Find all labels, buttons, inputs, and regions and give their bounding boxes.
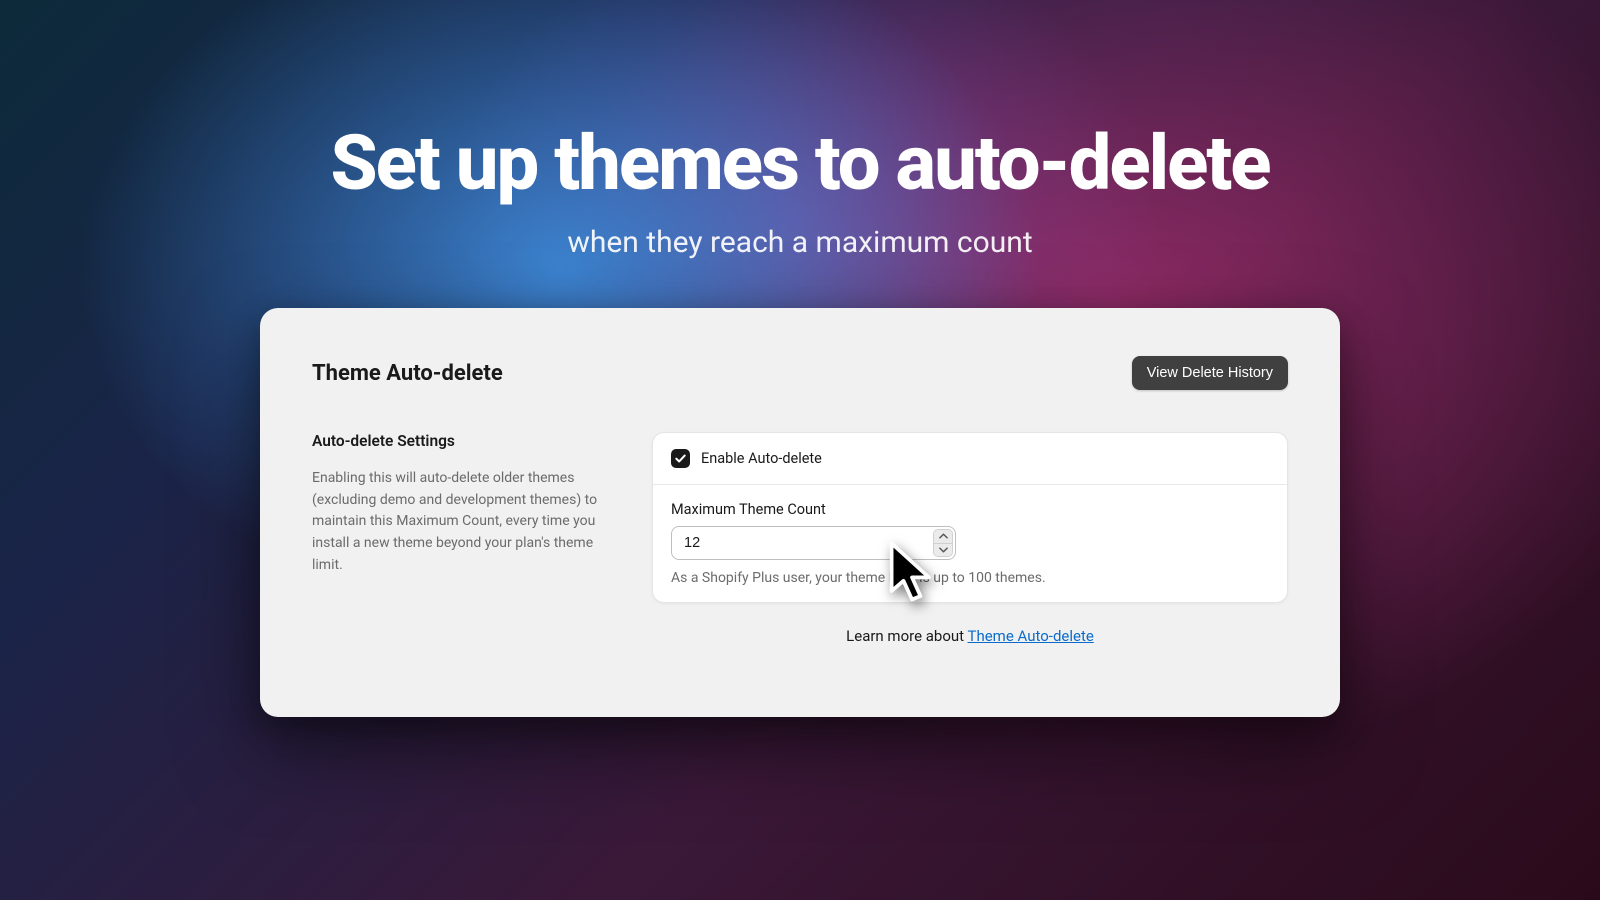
- learn-more-prefix: Learn more about: [846, 627, 967, 645]
- stepper-controls: [933, 529, 953, 557]
- chevron-up-icon: [939, 533, 948, 539]
- settings-description-column: Auto-delete Settings Enabling this will …: [312, 432, 612, 645]
- hero-section: Set up themes to auto-delete when they r…: [0, 0, 1600, 260]
- settings-section-title: Auto-delete Settings: [312, 432, 612, 450]
- settings-card: Theme Auto-delete View Delete History Au…: [260, 308, 1340, 717]
- learn-more-link[interactable]: Theme Auto-delete: [968, 627, 1094, 645]
- stepper-down-button[interactable]: [934, 544, 952, 557]
- checkmark-icon: [674, 452, 687, 465]
- stepper-up-button[interactable]: [934, 530, 952, 544]
- settings-section-description: Enabling this will auto-delete older the…: [312, 468, 612, 576]
- card-header: Theme Auto-delete View Delete History: [312, 356, 1288, 390]
- enable-auto-delete-checkbox[interactable]: [671, 449, 690, 468]
- card-title: Theme Auto-delete: [312, 361, 503, 386]
- card-body: Auto-delete Settings Enabling this will …: [312, 432, 1288, 645]
- max-count-stepper: [671, 526, 956, 560]
- enable-auto-delete-label: Enable Auto-delete: [701, 450, 822, 467]
- enable-checkbox-row: Enable Auto-delete: [671, 449, 1269, 468]
- settings-panel: Enable Auto-delete Maximum Theme Count: [652, 432, 1288, 603]
- settings-form-column: Enable Auto-delete Maximum Theme Count: [652, 432, 1288, 645]
- max-count-row: Maximum Theme Count As a Shopify Pl: [653, 485, 1287, 602]
- view-delete-history-button[interactable]: View Delete History: [1132, 356, 1288, 390]
- learn-more-row: Learn more about Theme Auto-delete: [652, 627, 1288, 645]
- hero-subtitle: when they reach a maximum count: [0, 225, 1600, 260]
- max-count-input[interactable]: [671, 526, 956, 560]
- max-count-label: Maximum Theme Count: [671, 501, 1269, 518]
- enable-row: Enable Auto-delete: [653, 433, 1287, 485]
- max-count-help-text: As a Shopify Plus user, your theme limit…: [671, 570, 1269, 586]
- hero-title: Set up themes to auto-delete: [0, 125, 1600, 201]
- chevron-down-icon: [939, 547, 948, 553]
